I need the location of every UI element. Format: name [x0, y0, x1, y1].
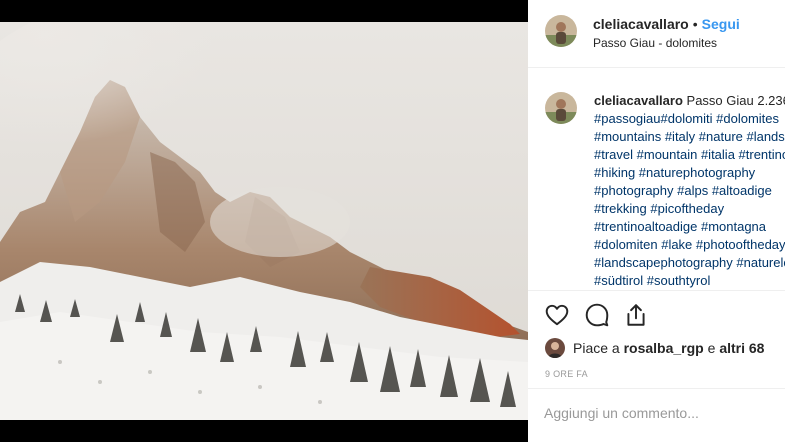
caption-username[interactable]: cleliacavallaro — [594, 93, 683, 108]
post-photo[interactable] — [0, 22, 528, 420]
comment-box — [528, 388, 785, 442]
hashtag-line[interactable]: #travel #mountain #italia #trentino — [594, 146, 785, 164]
hashtag-line[interactable]: #hiking #naturephotography — [594, 164, 785, 182]
hashtag-line[interactable]: #dolomiten #lake #photooftheday — [594, 236, 785, 254]
hashtag-line[interactable]: #südtirol #southtyrol — [594, 272, 785, 289]
caption-avatar[interactable] — [545, 92, 577, 124]
avatar[interactable] — [545, 15, 577, 47]
liker-avatar[interactable] — [545, 338, 565, 358]
post-header: cleliacavallaro • Segui Passo Giau - dolom… — [528, 0, 785, 68]
post-timestamp[interactable]: 9 ORE FA — [545, 369, 588, 379]
hashtag-line[interactable]: #trekking #picoftheday — [594, 200, 785, 218]
avatar-image — [545, 92, 577, 124]
hashtag-line[interactable]: #landscapephotography #naturelovers — [594, 254, 785, 272]
comment-icon[interactable] — [584, 302, 610, 328]
caption-area: cleliacavallaro Passo Giau 2.236 mt #pas… — [528, 67, 785, 289]
photo-pane — [0, 0, 528, 442]
separator-dot: • — [692, 16, 698, 32]
hashtag-line[interactable]: #passogiau#dolomiti #dolomites — [594, 110, 785, 128]
post-sidebar: cleliacavallaro • Segui Passo Giau - dolom… — [528, 0, 785, 442]
username-link[interactable]: cleliacavallaro — [593, 16, 689, 32]
likes-line: Piace a rosalba_rgp e altri 68 — [545, 338, 764, 358]
share-icon[interactable] — [623, 302, 649, 328]
comment-input[interactable] — [544, 403, 774, 423]
heart-icon[interactable] — [544, 302, 570, 328]
likes-prefix: Piace a — [573, 340, 620, 356]
avatar-image — [545, 338, 565, 358]
liker-username[interactable]: rosalba_rgp — [624, 340, 704, 356]
avatar-image — [545, 15, 577, 47]
caption-first-line: cleliacavallaro Passo Giau 2.236 mt — [594, 92, 785, 110]
follow-button[interactable]: Segui — [702, 16, 740, 32]
caption-title: Passo Giau 2.236 mt — [686, 93, 785, 108]
location-link[interactable]: Passo Giau - dolomites — [593, 36, 717, 50]
likes-others-link[interactable]: altri 68 — [719, 340, 764, 356]
mountain-photo — [0, 22, 528, 420]
caption-text: cleliacavallaro Passo Giau 2.236 mt #pas… — [594, 92, 785, 289]
hashtag-line[interactable]: #trentinoaltoadige #montagna — [594, 218, 785, 236]
hashtag-line[interactable]: #mountains #italy #nature #landscape — [594, 128, 785, 146]
likes-conjunction: e — [707, 340, 716, 356]
hashtag-line[interactable]: #photography #alps #altoadige — [594, 182, 785, 200]
header-line: cleliacavallaro • Segui — [593, 16, 740, 32]
